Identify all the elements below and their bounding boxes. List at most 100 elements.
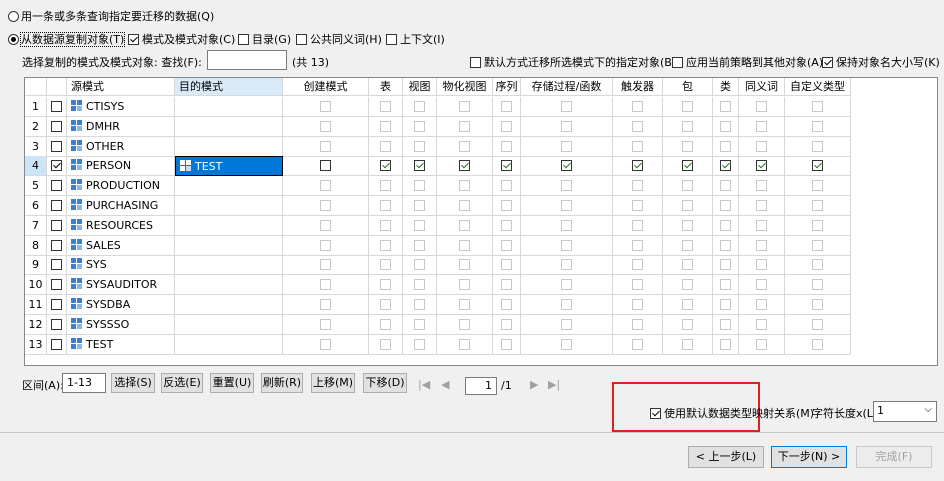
- target-cell[interactable]: [175, 235, 283, 256]
- mview-cell[interactable]: [437, 196, 493, 216]
- row-select-cell[interactable]: [47, 156, 67, 177]
- table-checkbox[interactable]: [380, 299, 391, 310]
- prev-button[interactable]: < 上一步(L): [688, 446, 764, 468]
- trigger-checkbox[interactable]: [632, 279, 643, 291]
- table-checkbox[interactable]: [380, 120, 391, 132]
- sequence-checkbox[interactable]: [501, 338, 512, 350]
- proc-cell[interactable]: [521, 275, 613, 296]
- create-checkbox[interactable]: [320, 259, 331, 271]
- table-row[interactable]: 6 PURCHASING: [25, 196, 937, 216]
- synonym-cell[interactable]: [739, 295, 785, 315]
- mview-cell[interactable]: [437, 295, 493, 315]
- row-select-checkbox[interactable]: [51, 219, 62, 231]
- view-checkbox[interactable]: [414, 160, 425, 172]
- table-cell[interactable]: [369, 334, 403, 355]
- refresh-button[interactable]: 刷新(R): [261, 373, 303, 393]
- trigger-checkbox[interactable]: [632, 120, 643, 132]
- view-cell[interactable]: [403, 116, 437, 137]
- udt-checkbox[interactable]: [812, 200, 823, 211]
- class-checkbox[interactable]: [720, 160, 731, 172]
- sequence-cell[interactable]: [493, 235, 521, 256]
- row-select-checkbox[interactable]: [51, 239, 62, 251]
- create-checkbox[interactable]: [320, 338, 331, 350]
- trigger-cell[interactable]: [613, 116, 663, 137]
- row-select-checkbox[interactable]: [51, 140, 62, 152]
- proc-checkbox[interactable]: [561, 219, 572, 231]
- create-checkbox[interactable]: [320, 101, 331, 112]
- package-cell[interactable]: [663, 215, 713, 236]
- sequence-cell[interactable]: [493, 295, 521, 315]
- target-cell[interactable]: [175, 295, 283, 315]
- header-sequence[interactable]: 序列: [493, 78, 521, 96]
- trigger-cell[interactable]: [613, 156, 663, 177]
- view-checkbox[interactable]: [414, 219, 425, 231]
- proc-cell[interactable]: [521, 295, 613, 315]
- target-cell[interactable]: [175, 314, 283, 335]
- udt-cell[interactable]: [785, 334, 851, 355]
- header-target[interactable]: 目的模式: [175, 78, 283, 96]
- context-check-icon[interactable]: [386, 34, 397, 45]
- udt-cell[interactable]: [785, 97, 851, 117]
- view-cell[interactable]: [403, 295, 437, 315]
- udt-checkbox[interactable]: [812, 279, 823, 291]
- sequence-cell[interactable]: [493, 215, 521, 236]
- view-cell[interactable]: [403, 275, 437, 296]
- sequence-checkbox[interactable]: [501, 318, 512, 330]
- row-select-cell[interactable]: [47, 334, 67, 355]
- header-synonym[interactable]: 同义词: [739, 78, 785, 96]
- proc-cell[interactable]: [521, 156, 613, 177]
- package-checkbox[interactable]: [682, 200, 693, 211]
- package-cell[interactable]: [663, 136, 713, 157]
- udt-checkbox[interactable]: [812, 101, 823, 112]
- class-cell[interactable]: [713, 97, 739, 117]
- synonym-checkbox[interactable]: [756, 101, 767, 112]
- move-up-button[interactable]: 上移(M): [311, 373, 355, 393]
- view-checkbox[interactable]: [414, 239, 425, 251]
- class-checkbox[interactable]: [720, 299, 731, 310]
- directory-check-icon[interactable]: [238, 34, 249, 45]
- class-checkbox[interactable]: [720, 200, 731, 211]
- synonym-cell[interactable]: [739, 215, 785, 236]
- mview-checkbox[interactable]: [459, 318, 470, 330]
- header-table[interactable]: 表: [369, 78, 403, 96]
- mview-cell[interactable]: [437, 334, 493, 355]
- class-cell[interactable]: [713, 255, 739, 276]
- proc-checkbox[interactable]: [561, 120, 572, 132]
- udt-cell[interactable]: [785, 196, 851, 216]
- trigger-checkbox[interactable]: [632, 160, 643, 172]
- header-view[interactable]: 视图: [403, 78, 437, 96]
- create-checkbox[interactable]: [320, 180, 331, 192]
- sequence-checkbox[interactable]: [501, 200, 512, 211]
- radio-query[interactable]: [8, 11, 19, 22]
- create-cell[interactable]: [283, 255, 369, 276]
- synonym-checkbox[interactable]: [756, 180, 767, 192]
- package-cell[interactable]: [663, 275, 713, 296]
- create-checkbox[interactable]: [320, 120, 331, 132]
- last-page-icon[interactable]: ▶|: [548, 378, 560, 391]
- synonym-checkbox[interactable]: [756, 299, 767, 310]
- udt-cell[interactable]: [785, 314, 851, 335]
- mview-checkbox[interactable]: [459, 338, 470, 350]
- directory-checkbox[interactable]: 目录(G): [238, 31, 291, 47]
- trigger-checkbox[interactable]: [632, 101, 643, 112]
- create-checkbox[interactable]: [320, 140, 331, 152]
- target-cell[interactable]: [175, 215, 283, 236]
- table-checkbox[interactable]: [380, 180, 391, 192]
- row-select-checkbox[interactable]: [51, 180, 62, 192]
- view-checkbox[interactable]: [414, 338, 425, 350]
- trigger-checkbox[interactable]: [632, 180, 643, 192]
- search-input[interactable]: [207, 50, 287, 70]
- trigger-checkbox[interactable]: [632, 299, 643, 310]
- udt-checkbox[interactable]: [812, 180, 823, 192]
- view-cell[interactable]: [403, 314, 437, 335]
- create-checkbox[interactable]: [320, 160, 331, 172]
- create-cell[interactable]: [283, 136, 369, 157]
- mview-cell[interactable]: [437, 136, 493, 157]
- mview-cell[interactable]: [437, 156, 493, 177]
- class-cell[interactable]: [713, 176, 739, 197]
- mview-cell[interactable]: [437, 97, 493, 117]
- udt-cell[interactable]: [785, 295, 851, 315]
- package-checkbox[interactable]: [682, 101, 693, 112]
- prev-page-icon[interactable]: ◀: [441, 378, 449, 391]
- class-checkbox[interactable]: [720, 219, 731, 231]
